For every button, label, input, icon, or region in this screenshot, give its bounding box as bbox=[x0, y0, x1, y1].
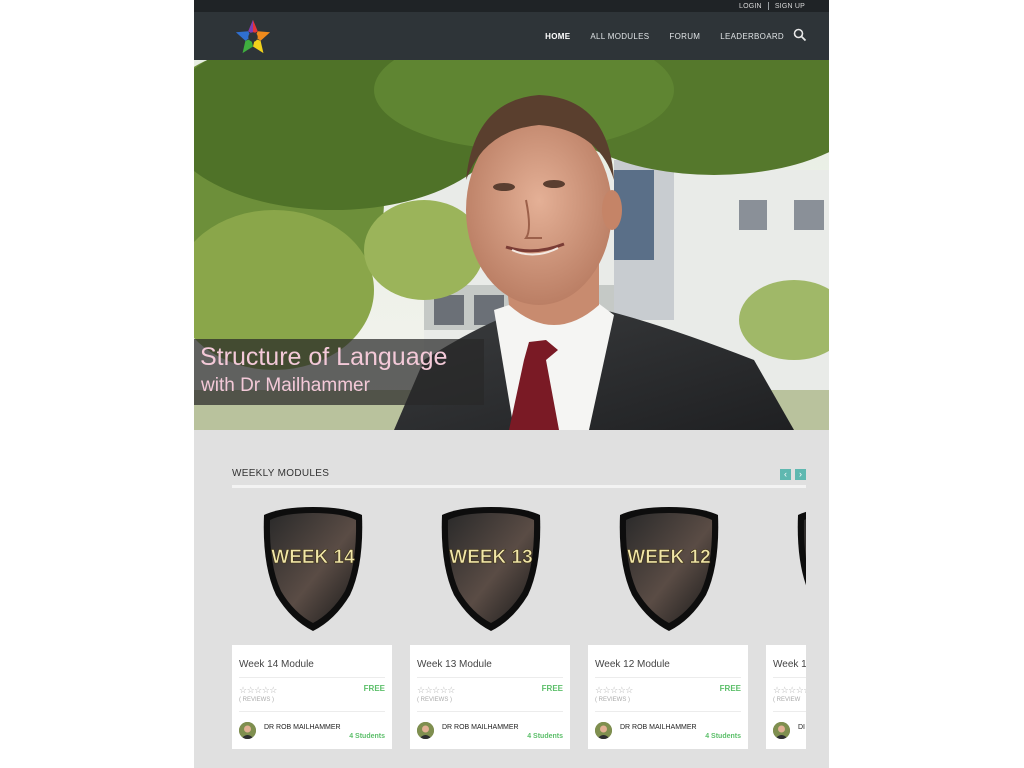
week-badge-shield: WEEK 14 bbox=[263, 507, 363, 631]
price-label: FREE bbox=[541, 684, 563, 693]
reviews-label: ( REVIEW bbox=[773, 697, 801, 703]
module-card-body: Week 1 ☆☆☆☆☆ ( REVIEW DI bbox=[766, 645, 806, 749]
instructor-name[interactable]: DI bbox=[798, 724, 805, 731]
module-card[interactable]: WEEK 14 Week 14 Module ☆☆☆☆☆ ( REVIEWS )… bbox=[232, 505, 392, 750]
hero-banner: Structure of Language with Dr Mailhammer bbox=[194, 60, 829, 430]
students-count: 4 Students bbox=[527, 733, 563, 740]
week-badge-label: WEEK 13 bbox=[449, 547, 532, 568]
main-nav: HOME ALL MODULES FORUM LEADERBOARD bbox=[194, 12, 829, 60]
module-title[interactable]: Week 1 bbox=[773, 659, 806, 670]
nav-menu: HOME ALL MODULES FORUM LEADERBOARD bbox=[545, 12, 784, 60]
rating-stars-icon: ☆☆☆☆☆ bbox=[773, 685, 806, 695]
module-card[interactable]: Week 1 ☆☆☆☆☆ ( REVIEW DI bbox=[766, 505, 806, 750]
reviews-label: ( REVIEWS ) bbox=[417, 697, 453, 703]
module-card-body: Week 12 Module ☆☆☆☆☆ ( REVIEWS ) FREE DR… bbox=[588, 645, 748, 749]
instructor-avatar bbox=[417, 722, 434, 739]
hero-subtitle: with Dr Mailhammer bbox=[201, 375, 370, 396]
module-title[interactable]: Week 12 Module bbox=[595, 659, 670, 670]
chevron-right-icon: › bbox=[799, 469, 802, 479]
price-label: FREE bbox=[363, 684, 385, 693]
card-divider bbox=[239, 711, 385, 712]
module-card-body: Week 14 Module ☆☆☆☆☆ ( REVIEWS ) FREE DR… bbox=[232, 645, 392, 749]
login-link[interactable]: LOGIN bbox=[739, 3, 762, 10]
module-card-body: Week 13 Module ☆☆☆☆☆ ( REVIEWS ) FREE DR… bbox=[410, 645, 570, 749]
card-divider bbox=[595, 677, 741, 678]
hero-caption: Structure of Language with Dr Mailhammer bbox=[194, 339, 484, 405]
chevron-left-icon: ‹ bbox=[784, 469, 787, 479]
hero-title: Structure of Language bbox=[200, 343, 448, 371]
students-count: 4 Students bbox=[349, 733, 385, 740]
module-card[interactable]: WEEK 13 Week 13 Module ☆☆☆☆☆ ( REVIEWS )… bbox=[410, 505, 570, 750]
week-badge-label: WEEK 14 bbox=[271, 547, 355, 568]
weekly-modules-section: WEEKLY MODULES ‹ › WEEK 14 Week 14 Modul… bbox=[194, 430, 829, 768]
carousel-prev-button[interactable]: ‹ bbox=[780, 469, 791, 480]
module-card[interactable]: WEEK 12 Week 12 Module ☆☆☆☆☆ ( REVIEWS )… bbox=[588, 505, 748, 750]
account-links: LOGIN SIGN UP bbox=[739, 0, 805, 12]
instructor-avatar bbox=[595, 722, 612, 739]
week-badge-shield: WEEK 13 bbox=[441, 507, 541, 631]
price-label: FREE bbox=[719, 684, 741, 693]
search-icon[interactable] bbox=[793, 28, 807, 42]
signup-link[interactable]: SIGN UP bbox=[775, 3, 805, 10]
instructor-name[interactable]: DR ROB MAILHAMMER bbox=[620, 724, 697, 731]
rating-stars-icon: ☆☆☆☆☆ bbox=[595, 685, 633, 695]
nav-all-modules[interactable]: ALL MODULES bbox=[590, 32, 649, 41]
instructor-name[interactable]: DR ROB MAILHAMMER bbox=[264, 724, 341, 731]
rating-stars-icon: ☆☆☆☆☆ bbox=[417, 685, 455, 695]
nav-home[interactable]: HOME bbox=[545, 32, 570, 41]
instructor-avatar bbox=[773, 722, 790, 739]
students-count: 4 Students bbox=[705, 733, 741, 740]
reviews-label: ( REVIEWS ) bbox=[239, 697, 275, 703]
card-divider bbox=[773, 711, 806, 712]
link-separator bbox=[767, 2, 769, 10]
section-divider bbox=[232, 485, 806, 488]
card-divider bbox=[595, 711, 741, 712]
week-badge-label: WEEK 12 bbox=[627, 547, 710, 568]
card-divider bbox=[773, 677, 806, 678]
nav-forum[interactable]: FORUM bbox=[669, 32, 700, 41]
instructor-avatar bbox=[239, 722, 256, 739]
module-carousel: WEEK 14 Week 14 Module ☆☆☆☆☆ ( REVIEWS )… bbox=[232, 505, 806, 768]
card-divider bbox=[239, 677, 385, 678]
section-title: WEEKLY MODULES bbox=[232, 468, 330, 479]
nav-leaderboard[interactable]: LEADERBOARD bbox=[720, 32, 784, 41]
card-divider bbox=[417, 677, 563, 678]
week-badge-shield: WEEK 12 bbox=[619, 507, 719, 631]
module-title[interactable]: Week 14 Module bbox=[239, 659, 314, 670]
card-divider bbox=[417, 711, 563, 712]
site-frame: LOGIN SIGN UP HOME ALL MODULES FORUM LEA… bbox=[194, 0, 829, 768]
week-badge-shield bbox=[797, 511, 806, 585]
rating-stars-icon: ☆☆☆☆☆ bbox=[239, 685, 277, 695]
reviews-label: ( REVIEWS ) bbox=[595, 697, 631, 703]
rainbow-star-logo[interactable] bbox=[234, 18, 272, 56]
module-title[interactable]: Week 13 Module bbox=[417, 659, 492, 670]
top-utility-bar: LOGIN SIGN UP bbox=[194, 0, 829, 12]
instructor-name[interactable]: DR ROB MAILHAMMER bbox=[442, 724, 519, 731]
carousel-next-button[interactable]: › bbox=[795, 469, 806, 480]
